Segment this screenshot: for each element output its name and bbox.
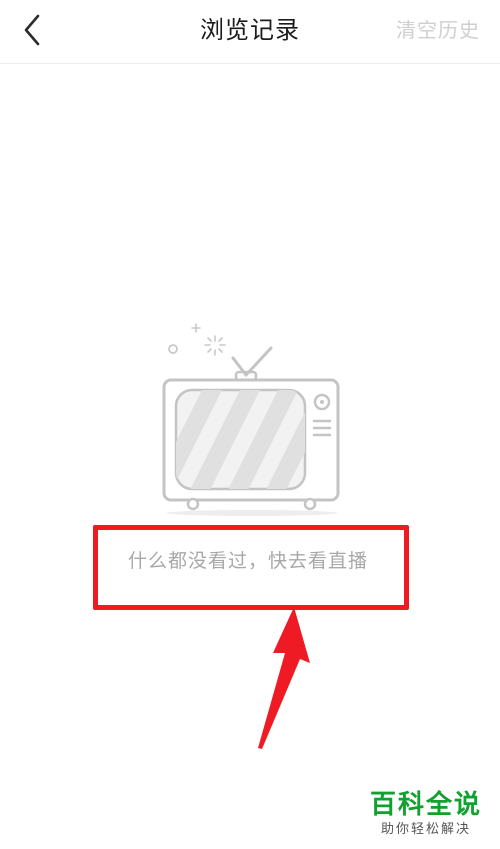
watermark-title: 百科全说 [369, 790, 482, 820]
empty-state-illustration [160, 318, 345, 518]
watermark-logo: 百科全说 助你轻松解决 [366, 789, 486, 839]
red-arrow-icon [240, 603, 320, 753]
highlight-annotation-box [93, 525, 409, 610]
watermark-subtitle: 助你轻松解决 [380, 822, 471, 837]
sparkle-circle [168, 344, 178, 354]
sparkle-plus [191, 323, 201, 333]
sparkle-burst [204, 335, 226, 356]
clear-history-button[interactable]: 清空历史 [396, 0, 480, 60]
top-navigation-bar: 浏览记录 清空历史 [0, 0, 500, 64]
tv-icon [162, 323, 340, 516]
